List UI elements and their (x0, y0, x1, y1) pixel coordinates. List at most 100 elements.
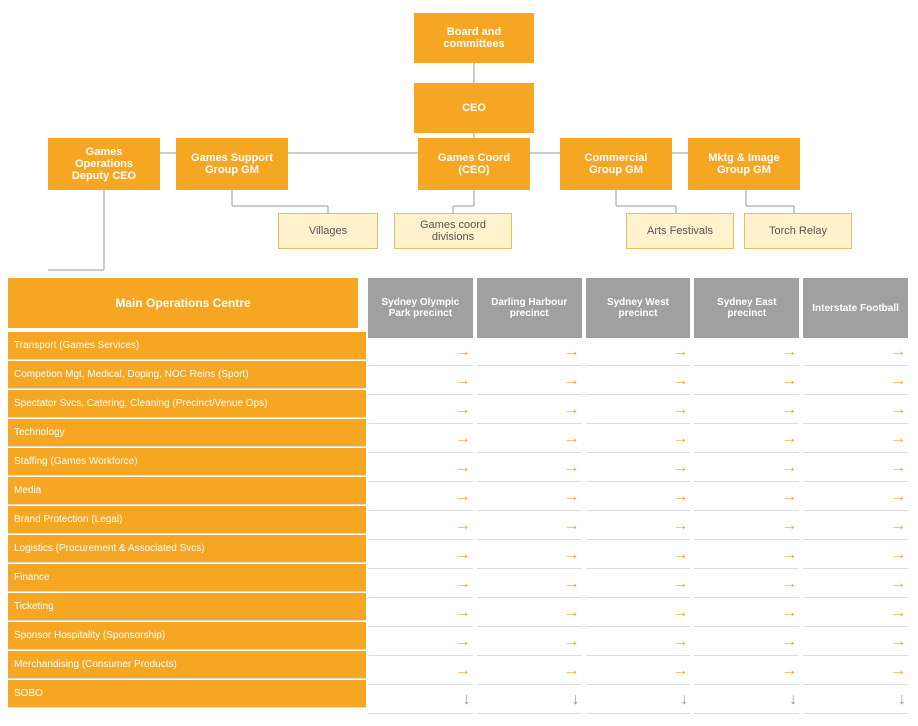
cell-6-0 (368, 512, 473, 540)
data-row-4 (366, 454, 910, 482)
cell-0-4 (803, 338, 908, 366)
row-sponsor: Sponsor Hospitality (Sponsorship) (8, 622, 366, 650)
l2-games-coord: Games Coord (CEO) (418, 138, 530, 190)
data-rows (366, 338, 910, 715)
cell-0-3 (694, 338, 799, 366)
data-row-1 (366, 367, 910, 395)
row-merchandising: Merchandising (Consumer Products) (8, 651, 366, 679)
org-top-section: Board and committees CEO Games Operation… (8, 8, 910, 278)
precinct-sydney-east: Sydney East precinct (694, 278, 799, 338)
row-staffing: Staffing (Games Workforce) (8, 448, 366, 476)
cell-5-3 (694, 483, 799, 511)
cell-7-4 (803, 541, 908, 569)
cell-11-0 (368, 657, 473, 685)
cell-7-3 (694, 541, 799, 569)
l2-commercial-label: Commercial Group GM (568, 152, 664, 176)
right-columns: Sydney Olympic Park precinct Darling Har… (366, 278, 910, 715)
ceo-box: CEO (414, 83, 534, 133)
cell-5-2 (586, 483, 691, 511)
cell-3-0 (368, 425, 473, 453)
data-row-0 (366, 338, 910, 366)
cell-8-2 (586, 570, 691, 598)
cell-7-0 (368, 541, 473, 569)
l2-games-coord-label: Games Coord (CEO) (426, 152, 522, 176)
cell-10-1 (477, 628, 582, 656)
board-label: Board and committees (422, 26, 526, 50)
cell-6-4 (803, 512, 908, 540)
cell-3-4 (803, 425, 908, 453)
cell-2-1 (477, 396, 582, 424)
precinct-darling: Darling Harbour precinct (477, 278, 582, 338)
cell-5-1 (477, 483, 582, 511)
l2-mktg: Mktg & Image Group GM (688, 138, 800, 190)
cell-1-4 (803, 367, 908, 395)
left-labels: Main Operations Centre Transport (Games … (8, 278, 366, 715)
l2-mktg-label: Mktg & Image Group GM (696, 152, 792, 176)
cell-3-1 (477, 425, 582, 453)
data-row-6 (366, 512, 910, 540)
cell-2-4 (803, 396, 908, 424)
l2-games-ops-label: Games Operations Deputy CEO (56, 146, 152, 182)
cell-0-0 (368, 338, 473, 366)
l2-games-ops: Games Operations Deputy CEO (48, 138, 160, 190)
cell-2-2 (586, 396, 691, 424)
cell-4-1 (477, 454, 582, 482)
cell-10-3 (694, 628, 799, 656)
data-row-2 (366, 396, 910, 424)
cell-8-1 (477, 570, 582, 598)
row-logistics: Logistics (Procurement & Associated Svcs… (8, 535, 366, 563)
precinct-sydney-olympic: Sydney Olympic Park precinct (368, 278, 473, 338)
l3-games-coord-div-label: Games coord divisions (403, 219, 503, 243)
cell-9-2 (586, 599, 691, 627)
cell-6-3 (694, 512, 799, 540)
row-media: Media (8, 477, 366, 505)
cell-3-2 (586, 425, 691, 453)
precinct-interstate: Interstate Football (803, 278, 908, 338)
cell-12-2 (586, 686, 691, 714)
row-finance: Finance (8, 564, 366, 592)
cell-6-2 (586, 512, 691, 540)
cell-10-2 (586, 628, 691, 656)
cell-7-1 (477, 541, 582, 569)
cell-11-3 (694, 657, 799, 685)
cell-10-0 (368, 628, 473, 656)
ceo-label: CEO (462, 102, 486, 114)
main-matrix: Main Operations Centre Transport (Games … (8, 278, 910, 715)
cell-11-1 (477, 657, 582, 685)
cell-2-0 (368, 396, 473, 424)
data-row-5 (366, 483, 910, 511)
data-row-7 (366, 541, 910, 569)
cell-5-0 (368, 483, 473, 511)
cell-8-4 (803, 570, 908, 598)
cell-4-0 (368, 454, 473, 482)
row-sobo: SOBO (8, 680, 366, 708)
l2-commercial: Commercial Group GM (560, 138, 672, 190)
cell-0-2 (586, 338, 691, 366)
row-technology: Technology (8, 419, 366, 447)
cell-3-3 (694, 425, 799, 453)
data-row-10 (366, 628, 910, 656)
cell-11-2 (586, 657, 691, 685)
precinct-headers: Sydney Olympic Park precinct Darling Har… (366, 278, 910, 338)
l2-games-support: Games Support Group GM (176, 138, 288, 190)
cell-9-1 (477, 599, 582, 627)
cell-9-0 (368, 599, 473, 627)
data-row-8 (366, 570, 910, 598)
data-row-11 (366, 657, 910, 685)
l3-games-coord-div: Games coord divisions (394, 213, 512, 249)
cell-4-4 (803, 454, 908, 482)
cell-1-0 (368, 367, 473, 395)
cell-1-3 (694, 367, 799, 395)
l3-torch: Torch Relay (744, 213, 852, 249)
moc-label: Main Operations Centre (115, 296, 250, 310)
row-brand: Brand Protection (Legal) (8, 506, 366, 534)
cell-4-3 (694, 454, 799, 482)
row-transport: Transport (Games Services) (8, 332, 366, 360)
precinct-sydney-west: Sydney West precinct (586, 278, 691, 338)
cell-1-1 (477, 367, 582, 395)
cell-2-3 (694, 396, 799, 424)
cell-7-2 (586, 541, 691, 569)
cell-12-0 (368, 686, 473, 714)
row-competition: Competion Mgt, Medical, Doping, NOC Rein… (8, 361, 366, 389)
row-ticketing: Ticketing (8, 593, 366, 621)
